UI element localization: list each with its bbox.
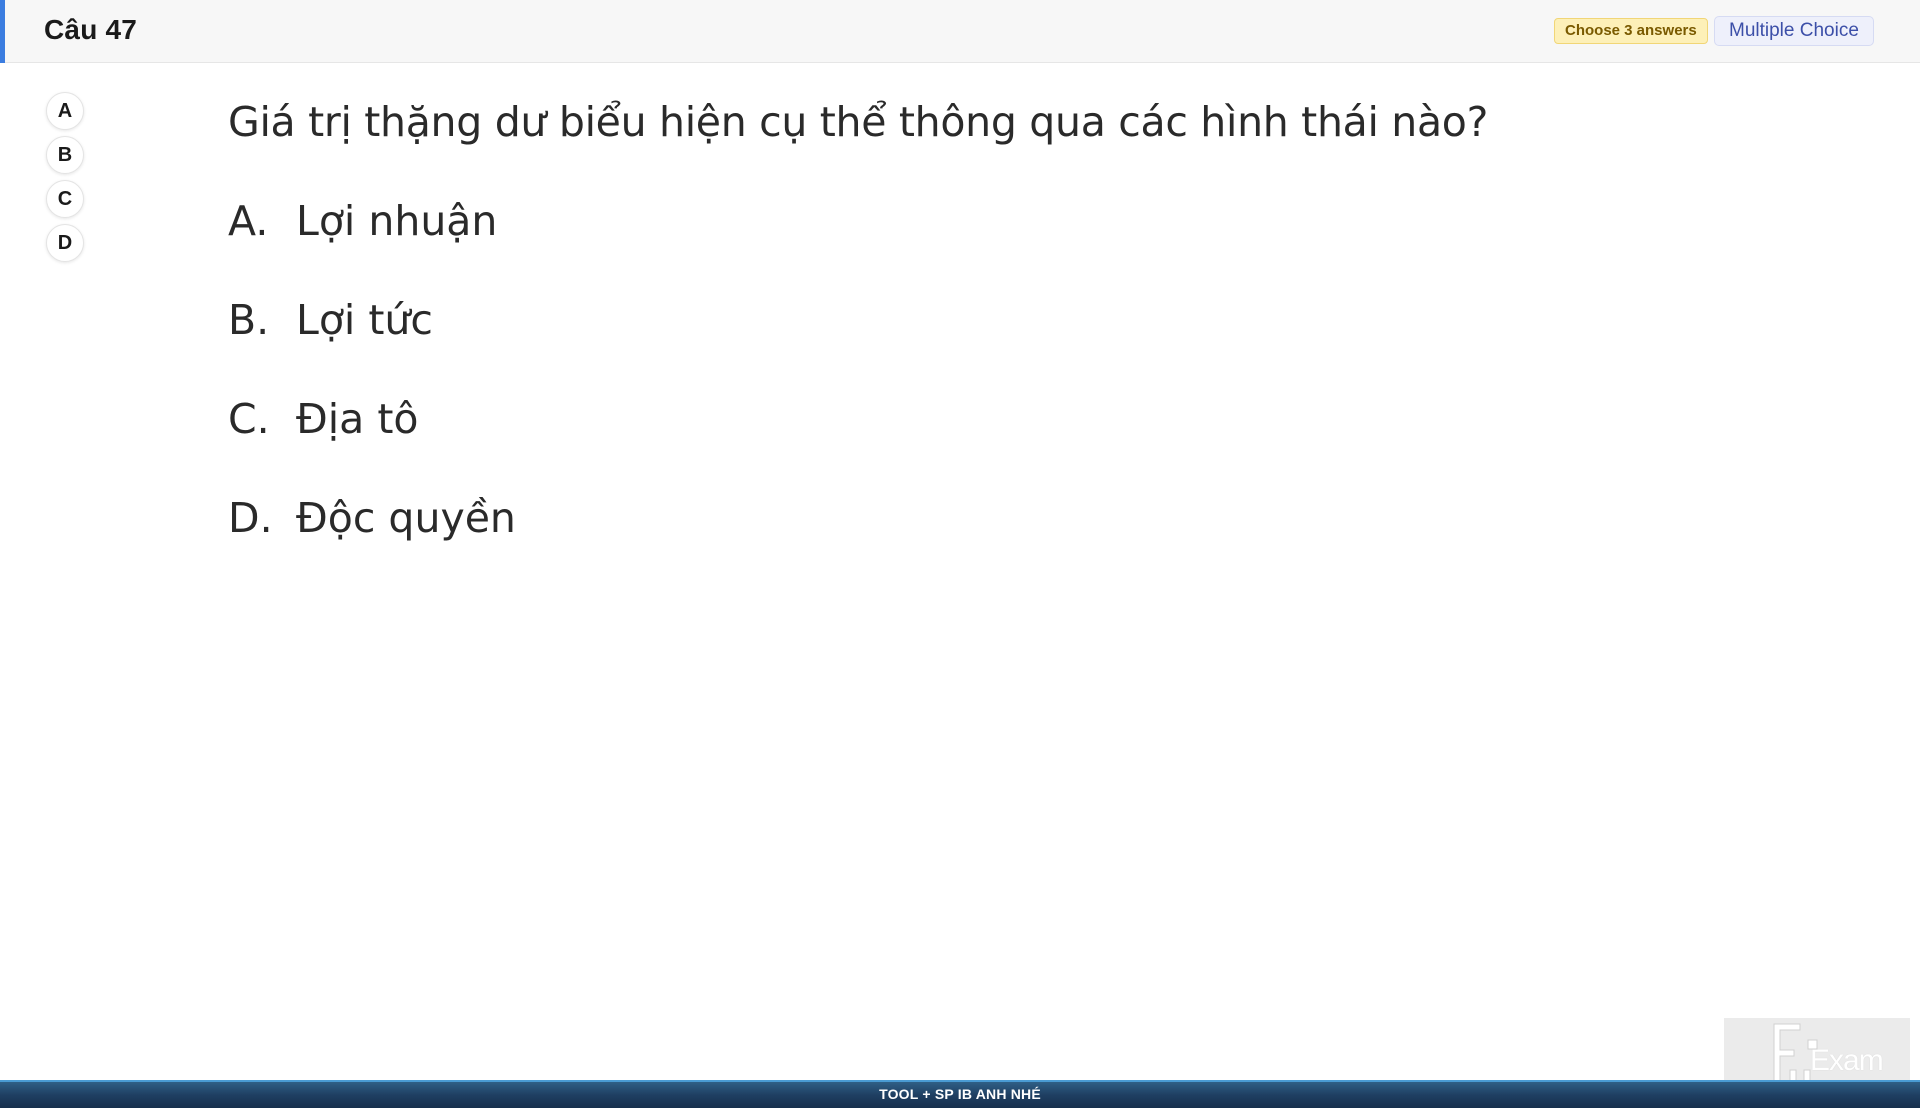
option-d: D. Độc quyền: [228, 488, 1628, 548]
option-letter: D.: [228, 494, 273, 542]
option-b: B. Lợi tức: [228, 290, 1628, 350]
answer-button-a[interactable]: A: [46, 92, 84, 130]
question-content: Giá trị thặng dư biểu hiện cụ thể thông …: [228, 92, 1628, 548]
answer-button-c[interactable]: C: [46, 180, 84, 218]
question-text: Giá trị thặng dư biểu hiện cụ thể thông …: [228, 98, 1489, 146]
exam-page: Câu 47 Choose 3 answers Multiple Choice …: [0, 0, 1920, 1108]
option-c: C. Địa tô: [228, 389, 1628, 449]
option-text: Địa tô: [296, 395, 419, 443]
answer-selector: A B C D: [46, 92, 86, 268]
question-type-badge: Multiple Choice: [1714, 16, 1874, 46]
logo-word: Exam: [1810, 1044, 1884, 1077]
option-letter: B.: [228, 296, 270, 344]
footer-text: TOOL + SP IB ANH NHÉ: [879, 1086, 1041, 1102]
header-accent-bar: [0, 0, 5, 63]
option-a: A. Lợi nhuận: [228, 191, 1628, 251]
answer-button-b[interactable]: B: [46, 136, 84, 174]
footer-bar: TOOL + SP IB ANH NHÉ: [0, 1080, 1920, 1108]
option-letter: A.: [228, 197, 269, 245]
answer-button-d[interactable]: D: [46, 224, 84, 262]
option-text: Lợi tức: [296, 296, 433, 344]
option-text: Lợi nhuận: [296, 197, 498, 245]
option-letter: C.: [228, 395, 270, 443]
question-number: Câu 47: [44, 14, 138, 45]
choose-count-badge: Choose 3 answers: [1554, 18, 1708, 44]
option-text: Độc quyền: [296, 494, 516, 542]
question-header: Câu 47 Choose 3 answers Multiple Choice: [0, 0, 1920, 63]
